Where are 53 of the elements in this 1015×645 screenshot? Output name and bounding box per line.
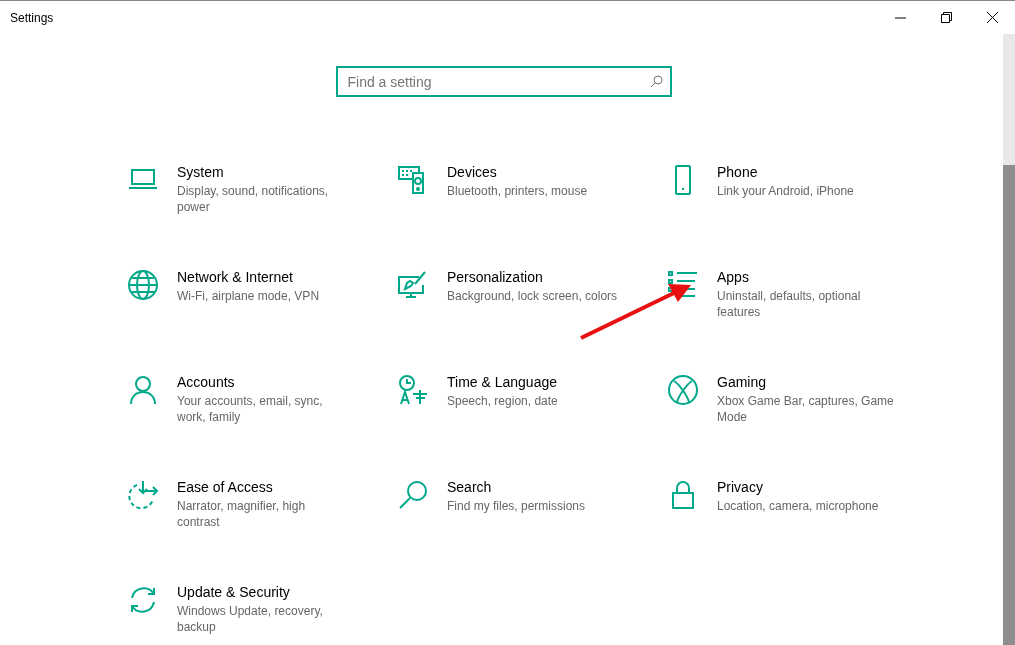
- category-title: Search: [447, 478, 493, 496]
- settings-category[interactable]: Accounts Your accounts, email, sync, work, family: [127, 375, 397, 439]
- settings-category[interactable]: Search Find my files, permissions: [397, 480, 667, 544]
- magnifier-icon: [397, 479, 429, 511]
- settings-category[interactable]: Phone Link your Android, iPhone: [667, 165, 937, 229]
- search-field[interactable]: Find a setting: [335, 66, 672, 97]
- category-description: Find my files, permissions: [447, 498, 586, 514]
- category-description: Uninstall, defaults, optional features: [717, 288, 861, 320]
- window-title: Settings: [10, 9, 54, 27]
- category-description: Wi-Fi, airplane mode, VPN: [177, 288, 320, 304]
- category-title: Gaming: [717, 373, 768, 391]
- clock-letter-icon: [397, 374, 429, 406]
- restore-icon: [940, 12, 952, 23]
- category-description: Link your Android, iPhone: [717, 183, 854, 199]
- category-title: Update & Security: [177, 583, 291, 601]
- settings-category[interactable]: Personalization Background, lock screen, colors: [397, 270, 667, 334]
- category-description: Xbox Game Bar, captures, Game Mode: [717, 393, 894, 425]
- xbox-icon: [667, 374, 699, 406]
- category-title: Time & Language: [447, 373, 558, 391]
- category-description: Speech, region, date: [447, 393, 558, 409]
- category-title: Network & Internet: [177, 268, 294, 286]
- category-title: Accounts: [177, 373, 236, 391]
- category-description: Your accounts, email, sync, work, family: [177, 393, 323, 425]
- category-description: Narrator, magnifier, high contrast: [177, 498, 306, 530]
- category-title: System: [177, 163, 225, 181]
- settings-category[interactable]: Network & Internet Wi-Fi, airplane mode, VPN: [127, 270, 397, 334]
- category-description: Background, lock screen, colors: [447, 288, 618, 304]
- settings-category[interactable]: Ease of Access Narrator, magnifier, high contrast: [127, 480, 397, 544]
- settings-category[interactable]: Gaming Xbox Game Bar, captures, Game Mode: [667, 375, 937, 439]
- person-icon: [127, 374, 159, 406]
- category-title: Phone: [717, 163, 759, 181]
- settings-category[interactable]: Time & Language Speech, region, date: [397, 375, 667, 439]
- paint-brush-monitor-icon: [397, 269, 429, 301]
- dashed-circle-arrow-icon: [127, 479, 159, 511]
- category-description: Display, sound, notifications, power: [177, 183, 329, 215]
- category-description: Windows Update, recovery, backup: [177, 603, 323, 635]
- scrollbar[interactable]: [1003, 34, 1015, 645]
- globe-icon: [127, 269, 159, 301]
- settings-category[interactable]: Privacy Location, camera, microphone: [667, 480, 937, 544]
- category-title: Personalization: [447, 268, 544, 286]
- category-description: Location, camera, microphone: [717, 498, 879, 514]
- minimize-icon: [894, 16, 906, 19]
- category-title: Privacy: [717, 478, 764, 496]
- close-icon: [986, 12, 998, 23]
- settings-category[interactable]: Apps Uninstall, defaults, optional features: [667, 270, 937, 334]
- settings-category[interactable]: Update & Security Windows Update, recovery, backup: [127, 585, 397, 645]
- settings-category[interactable]: Devices Bluetooth, printers, mouse: [397, 165, 667, 229]
- settings-category[interactable]: System Display, sound, notifications, power: [127, 165, 397, 229]
- category-title: Apps: [717, 268, 750, 286]
- search-icon: [649, 75, 663, 88]
- category-title: Ease of Access: [177, 478, 274, 496]
- category-title: Devices: [447, 163, 498, 181]
- category-description: Bluetooth, printers, mouse: [447, 183, 588, 199]
